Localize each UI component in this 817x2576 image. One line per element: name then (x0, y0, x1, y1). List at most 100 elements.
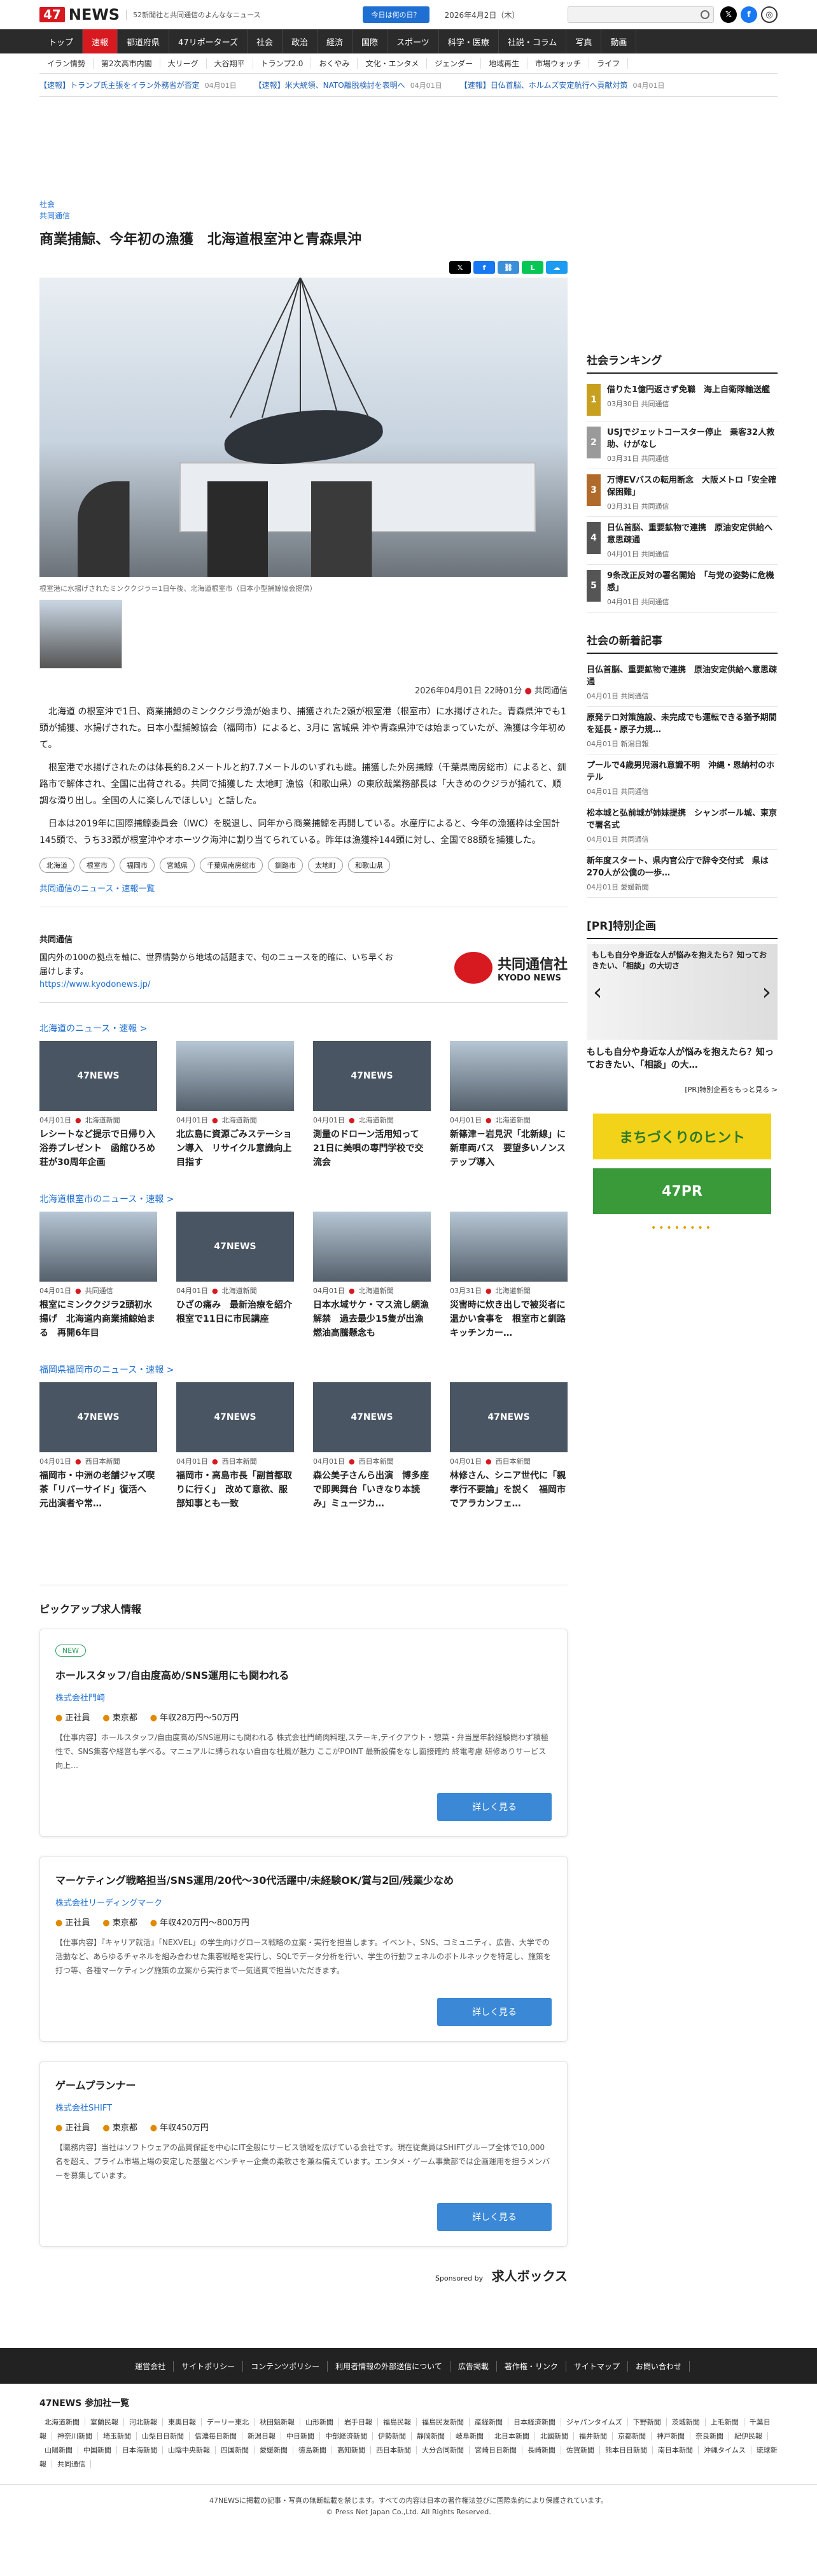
article-tag[interactable]: 釧路市 (268, 858, 303, 873)
article-category[interactable]: 社会 (39, 199, 568, 210)
job-company[interactable]: 株式会社SHIFT (55, 2101, 552, 2113)
subnav-item[interactable]: トランプ2.0 (253, 58, 312, 69)
ranking-item[interactable]: 5 9条改正反対の署名開始 「与党の姿勢に危機感」 04月01日 共同通信 (587, 565, 778, 612)
job-detail-button[interactable]: 詳しく見る (437, 1793, 552, 1821)
job-detail-button[interactable]: 詳しく見る (437, 2203, 552, 2231)
member-site-link[interactable]: 長崎新聞 (522, 2446, 561, 2454)
member-site-link[interactable]: 北日本新聞 (489, 2432, 535, 2440)
member-site-link[interactable]: 西日本新聞 (371, 2446, 417, 2454)
gnav-item[interactable]: トップ (39, 29, 83, 53)
news-card-title[interactable]: 福岡市・中洲の老舗ジャズ喫茶「リバーサイド」復活へ 元出演者や常… (39, 1469, 157, 1511)
news-card-image[interactable] (39, 1212, 157, 1282)
chevron-left-icon[interactable]: ‹ (593, 979, 602, 1005)
job-title[interactable]: マーケティング戦略担当/SNS運用/20代～30代活躍中/未経験OK/賞与2回/… (55, 1872, 552, 1887)
sponsor[interactable]: Sponsored by 求人ボックス (39, 2266, 568, 2284)
gnav-item[interactable]: 政治 (283, 29, 318, 53)
member-site-link[interactable]: 山形新聞 (300, 2418, 339, 2426)
member-site-link[interactable]: 岩手日報 (339, 2418, 378, 2426)
member-site-link[interactable]: 福島民友新聞 (417, 2418, 470, 2426)
news-card-image[interactable]: 47NEWS (313, 1041, 431, 1111)
member-site-link[interactable]: 福島民報 (378, 2418, 417, 2426)
member-site-link[interactable]: 佐賀新聞 (561, 2446, 600, 2454)
news-card-title[interactable]: 測量のドローン活用知って 21日に美唄の専門学校で交流会 (313, 1128, 431, 1170)
article-main-photo[interactable] (39, 278, 568, 577)
share-link-icon[interactable]: ⛓ (498, 261, 519, 274)
job-detail-button[interactable]: 詳しく見る (437, 1998, 552, 2026)
subnav-item[interactable]: 文化・エンタメ (358, 58, 428, 69)
article-tag[interactable]: 福岡市 (120, 858, 155, 873)
news-card[interactable]: 47NEWS 04月01日 ● 西日本新聞 森公美子さんら出演 博多座で即興舞台「いきな… (313, 1382, 431, 1521)
globe-icon[interactable]: ◎ (761, 6, 778, 23)
search-input[interactable] (568, 6, 714, 23)
news-card[interactable]: 04月01日 ● 共同通信 根室にミンククジラ2頭初水揚げ 北海道内商業捕鯨始まる 再… (39, 1212, 157, 1350)
banner-47pr[interactable]: 47PR (593, 1168, 771, 1214)
section-heading[interactable]: 福岡県福岡市のニュース・速報 > (39, 1363, 568, 1376)
subnav-item[interactable]: ジェンダー (427, 58, 482, 69)
subnav-item[interactable]: 大谷翔平 (207, 58, 253, 69)
ranking-title[interactable]: USJでジェットコースター停止 乗客32人救助、けがなし (607, 427, 778, 451)
member-site-link[interactable]: 南日本新聞 (653, 2446, 699, 2454)
gnav-item[interactable]: 国際 (353, 29, 388, 53)
newest-item[interactable]: プールで4歳男児溺れ意識不明 沖縄・恩納村のホテル 04月01日 共同通信 (587, 754, 778, 802)
news-card-title[interactable]: ひざの痛み 最新治療を紹介 根室で11日に市民講座 (176, 1298, 294, 1340)
member-site-link[interactable]: 大分合同新聞 (417, 2446, 470, 2454)
member-site-link[interactable]: ジャパンタイムズ (561, 2418, 628, 2426)
news-card-title[interactable]: 森公美子さんら出演 博多座で即興舞台「いきなり本読み」ミュージカ… (313, 1469, 431, 1511)
footer-link[interactable]: サイトマップ (566, 2360, 628, 2372)
footer-link[interactable]: 著作権・リンク (497, 2360, 566, 2372)
member-site-link[interactable]: 愛媛新聞 (255, 2446, 293, 2454)
member-site-link[interactable]: 岐阜新聞 (450, 2432, 489, 2440)
member-site-link[interactable]: 京都新聞 (613, 2432, 652, 2440)
member-site-link[interactable]: 山梨日日新聞 (137, 2432, 190, 2440)
photo-thumbnail[interactable] (39, 600, 122, 669)
member-site-link[interactable]: 山陰中央新報 (163, 2446, 216, 2454)
news-card[interactable]: 04月01日 ● 北海道新聞 北広島に資源ごみステーション導入 リサイクル意識向上目指… (176, 1041, 294, 1180)
member-site-link[interactable]: 信濃毎日新聞 (190, 2432, 242, 2440)
footer-link[interactable]: サイトポリシー (174, 2360, 244, 2372)
gnav-item[interactable]: 47リポーターズ (169, 29, 248, 53)
member-site-link[interactable]: 東奥日報 (163, 2418, 202, 2426)
article-tag[interactable]: 和歌山県 (348, 858, 390, 873)
subnav-item[interactable]: 市場ウォッチ (527, 58, 590, 69)
job-company[interactable]: 株式会社リーディングマーク (55, 1896, 552, 1908)
news-card[interactable]: 47NEWS 04月01日 ● 北海道新聞 ひざの痛み 最新治療を紹介 根室で11日に市… (176, 1212, 294, 1350)
pr-carousel[interactable]: もしも自分や身近な人が悩みを抱えたら？知っておきたい、「相談」の大切さ ‹ › (587, 944, 778, 1040)
gnav-item[interactable]: 社会 (248, 29, 283, 53)
kyodo-url[interactable]: https://www.kyodonews.jp/ (39, 980, 150, 989)
member-site-link[interactable]: 上毛新聞 (705, 2418, 744, 2426)
article-source[interactable]: 共同通信 (534, 686, 568, 696)
subnav-item[interactable]: ライフ (589, 58, 629, 69)
footer-link[interactable]: 利用者情報の外部送信について (328, 2360, 450, 2372)
ranking-item[interactable]: 2 USJでジェットコースター停止 乗客32人救助、けがなし 03月31日 共同通信 (587, 421, 778, 469)
news-card[interactable]: 03月31日 ● 北海道新聞 災害時に炊き出しで被災者に温かい食事を 根室市と釧路キッ… (450, 1212, 568, 1350)
source-news-list-link[interactable]: 共同通信のニュース・速報一覧 (39, 882, 568, 907)
breaking-item[interactable]: 【速報】日仏首脳、ホルムズ安定航行へ貢献対策 04月01日 (460, 80, 665, 90)
newest-item[interactable]: 日仏首脳、重要鉱物で連携 原油安定供給へ意思疎通 04月01日 共同通信 (587, 659, 778, 707)
news-card[interactable]: 47NEWS 04月01日 ● 西日本新聞 林修さん、シニア世代に「親孝行不要論」を説く… (450, 1382, 568, 1521)
member-site-link[interactable]: 神奈川新聞 (52, 2432, 98, 2440)
member-site-link[interactable]: 沖縄タイムス (699, 2446, 751, 2454)
share-facebook-icon[interactable]: f (473, 261, 495, 274)
ranking-title[interactable]: 9条改正反対の署名開始 「与党の姿勢に危機感」 (607, 570, 778, 594)
member-site-link[interactable]: 下野新聞 (627, 2418, 667, 2426)
newest-title[interactable]: 松本城と弘前城が姉妹提携 シャンボール城、東京で署名式 (587, 807, 778, 832)
subnav-item[interactable]: おくやみ (311, 58, 358, 69)
article-tag[interactable]: 根室市 (80, 858, 115, 873)
gnav-item[interactable]: 写真 (566, 29, 602, 53)
breaking-item[interactable]: 【速報】米大統領、NATO離脱検討を表明へ 04月01日 (255, 80, 442, 90)
member-site-link[interactable]: 奈良新聞 (690, 2432, 729, 2440)
member-site-link[interactable]: 室蘭民報 (85, 2418, 124, 2426)
ranking-title[interactable]: 日仏首脳、重要鉱物で連携 原油安定供給へ意思疎通 (607, 522, 778, 546)
subnav-item[interactable]: 第2次高市内閣 (94, 58, 160, 69)
gnav-item[interactable]: 都道府県 (118, 29, 170, 53)
news-card[interactable]: 47NEWS 04月01日 ● 北海道新聞 測量のドローン活用知って 21日に美唄の専門… (313, 1041, 431, 1180)
member-site-link[interactable]: 中国新聞 (78, 2446, 117, 2454)
member-site-link[interactable]: 神戸新聞 (652, 2432, 690, 2440)
article-tag[interactable]: 太地町 (308, 858, 343, 873)
news-card-image[interactable] (313, 1212, 431, 1282)
news-card-title[interactable]: 福岡市・高島市長「副首都取りに行く」 改めて意欲、服部知事とも一致 (176, 1469, 294, 1511)
member-site-link[interactable]: 中部経済新聞 (320, 2432, 373, 2440)
member-site-link[interactable]: 北海道新聞 (39, 2418, 85, 2426)
job-title[interactable]: ゲームプランナー (55, 2077, 552, 2092)
news-card-title[interactable]: レシートなど提示で日帰り入浴券プレゼント 函館ひろめ荘が30周年企画 (39, 1128, 157, 1170)
